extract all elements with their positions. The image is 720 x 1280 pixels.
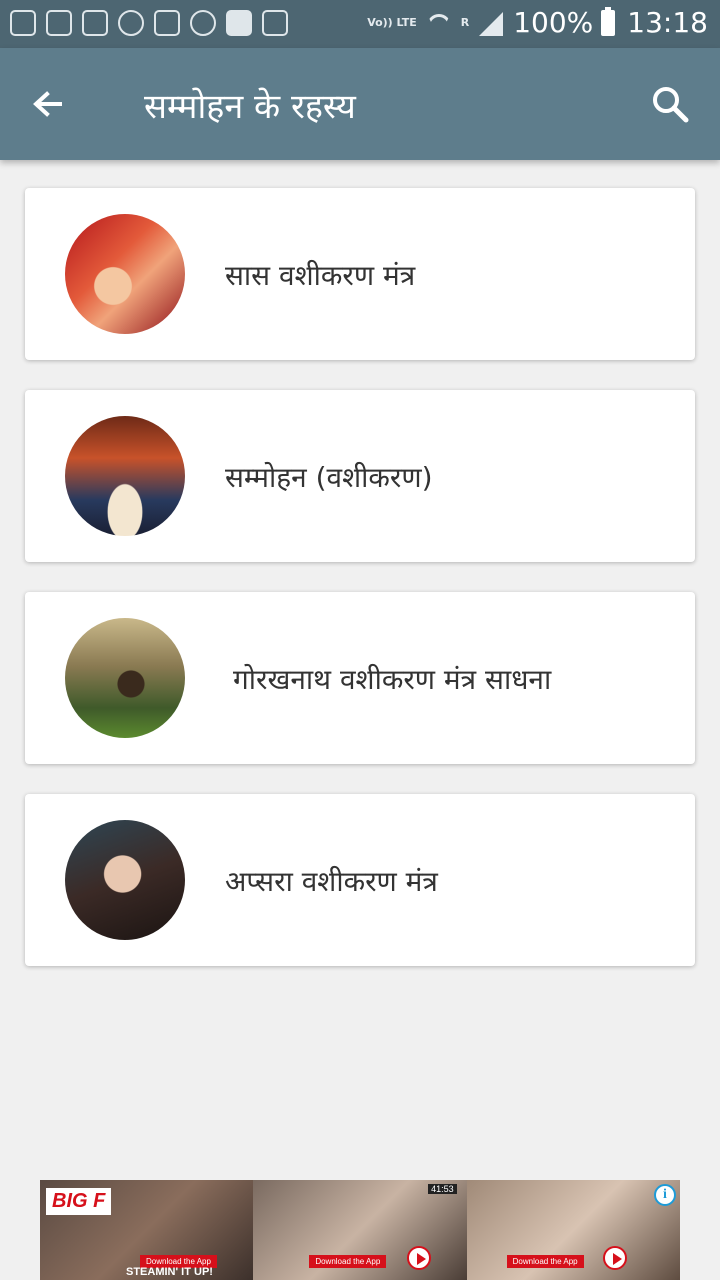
list-item[interactable]: अप्सरा वशीकरण मंत्र [25,794,695,966]
signal-icon [477,10,505,36]
ad-tagline: STEAMIN' IT UP! [126,1266,213,1278]
sync-icon [190,10,216,36]
topic-list: सास वशीकरण मंत्र सम्मोहन (वशीकरण) गोरखना… [25,188,695,996]
weather-icon [118,10,144,36]
search-icon [653,87,689,123]
status-icons-right: Vo)) LTE R 100% 13:18 [367,6,708,39]
info-icon[interactable]: i [654,1184,676,1206]
upload-icon [154,10,180,36]
page-title: सम्मोहन के रहस्य [144,87,356,127]
ad-cta: Download the App [309,1255,387,1268]
mail-icon [46,10,72,36]
wifi-icon [425,10,453,36]
ad-panel[interactable]: Download the App [466,1180,680,1280]
status-bar: Vo)) LTE R 100% 13:18 [0,0,720,48]
roaming-label: R [460,16,470,29]
list-item-label: सम्मोहन (वशीकरण) [225,461,433,494]
list-item[interactable]: सास वशीकरण मंत्र [25,188,695,360]
ad-banner[interactable]: BIG F Download the App STEAMIN' IT UP! 4… [40,1180,680,1280]
back-button[interactable] [24,80,72,128]
thumbnail-image [65,416,185,536]
clock: 13:18 [627,6,708,39]
sd-card-icon [262,10,288,36]
phone-clock-icon [82,10,108,36]
ad-logo: BIG F [46,1188,112,1215]
play-icon[interactable] [602,1246,627,1270]
list-item-label: अप्सरा वशीकरण मंत्र [225,865,438,898]
ad-video-time: 41:53 [428,1184,457,1194]
ad-panel[interactable]: 41:53 Download the App [253,1180,467,1280]
facebook-icon [226,10,252,36]
missed-call-icon [10,10,36,36]
thumbnail-image [65,214,185,334]
ad-panel[interactable]: BIG F Download the App STEAMIN' IT UP! [40,1180,254,1280]
status-icons-left [10,10,288,36]
list-item-label: गोरखनाथ वशीकरण मंत्र साधना [233,663,552,696]
battery-icon [601,6,616,36]
battery-percent: 100% [513,6,594,39]
list-item[interactable]: सम्मोहन (वशीकरण) [25,390,695,562]
arrow-back-icon [33,91,62,117]
thumbnail-image [65,618,185,738]
ad-cta: Download the App [506,1255,584,1268]
network-label: Vo)) LTE [367,16,417,29]
list-item[interactable]: गोरखनाथ वशीकरण मंत्र साधना [25,592,695,764]
list-item-label: सास वशीकरण मंत्र [225,259,416,292]
search-button[interactable] [646,80,694,128]
thumbnail-image [65,820,185,940]
app-bar: सम्मोहन के रहस्य [0,48,720,160]
play-icon[interactable] [407,1246,432,1270]
